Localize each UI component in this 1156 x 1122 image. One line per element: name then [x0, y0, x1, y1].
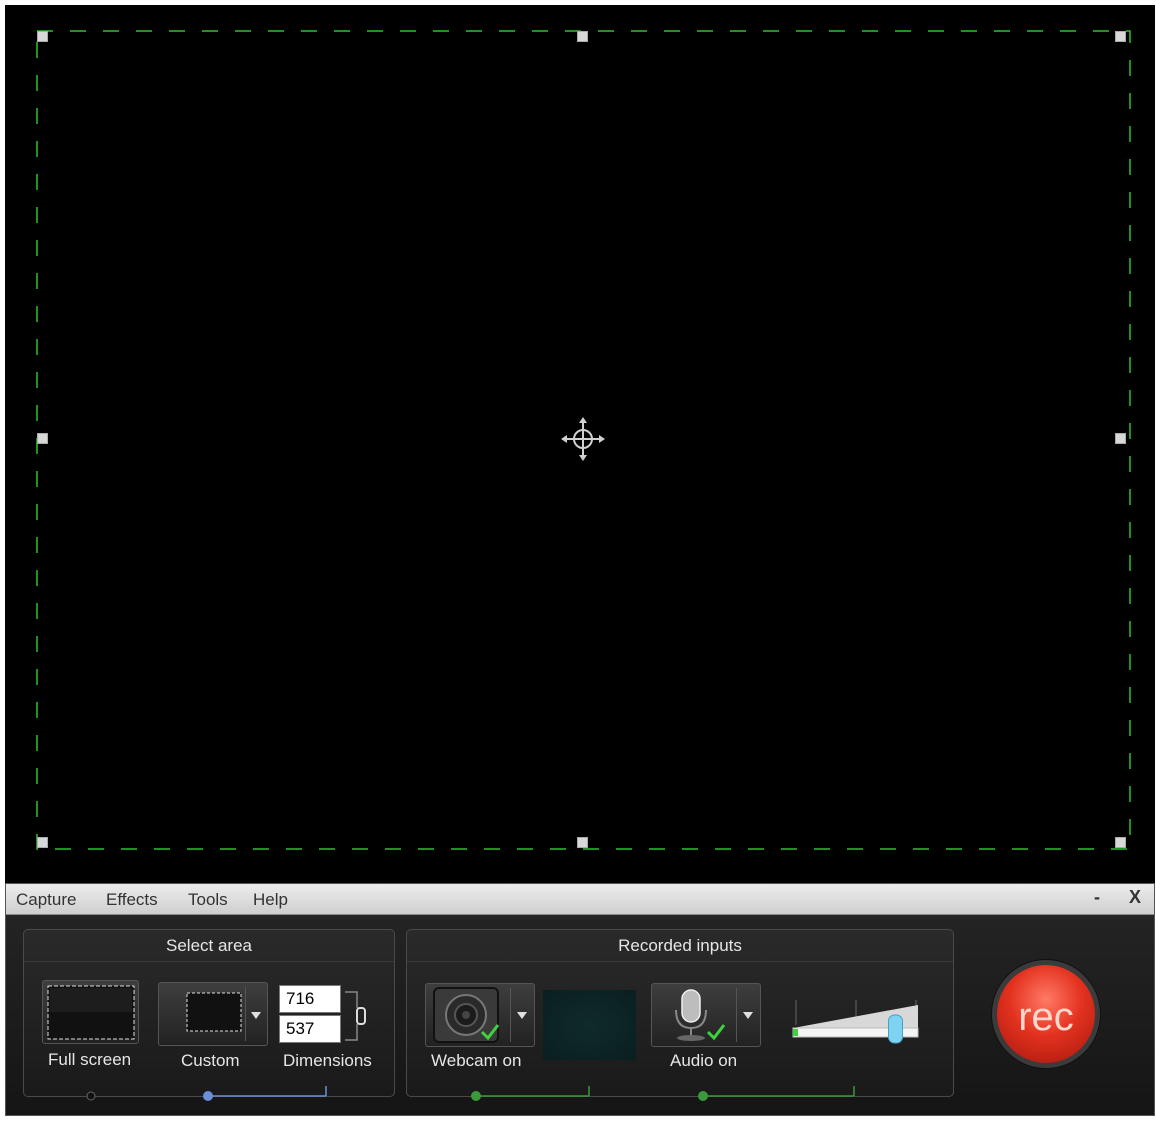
audio-button[interactable] [651, 983, 761, 1047]
menu-capture[interactable]: Capture [16, 890, 76, 910]
resize-handle-bottom-left[interactable] [37, 837, 48, 848]
select-area-connector [86, 1086, 327, 1101]
custom-label: Custom [181, 1051, 240, 1070]
record-button[interactable]: rec [992, 960, 1100, 1068]
menu-bar: Capture Effects Tools Help - X [6, 884, 1154, 915]
minimize-button[interactable]: - [1094, 887, 1100, 908]
check-icon [706, 1024, 726, 1041]
audio-label: Audio on [670, 1051, 738, 1070]
full-screen-icon [47, 985, 135, 1040]
audio-dropdown-divider [736, 988, 737, 1042]
webcam-button[interactable] [425, 983, 535, 1047]
dimensions-label: Dimensions [283, 1051, 372, 1070]
resize-handle-bottom-right[interactable] [1115, 837, 1126, 848]
custom-area-button[interactable] [158, 982, 268, 1046]
resize-handle-bottom[interactable] [577, 837, 588, 848]
resize-handle-top-left[interactable] [37, 31, 48, 42]
chevron-down-icon[interactable] [251, 1012, 261, 1019]
audio-level-slider[interactable] [788, 995, 928, 1055]
recorded-inputs-header: Recorded inputs [407, 930, 953, 962]
menu-effects[interactable]: Effects [106, 890, 158, 910]
webcam-label: Webcam on [431, 1051, 522, 1070]
resize-handle-top[interactable] [577, 31, 588, 42]
chevron-down-icon[interactable] [743, 1012, 753, 1019]
webcam-preview [543, 990, 636, 1060]
resize-handle-right[interactable] [1115, 433, 1126, 444]
lock-aspect-ratio-icon[interactable] [343, 988, 369, 1044]
menu-help[interactable]: Help [253, 890, 288, 910]
capture-area[interactable] [5, 5, 1155, 885]
select-area-header: Select area [24, 930, 394, 962]
height-input[interactable] [279, 1015, 341, 1043]
check-icon [480, 1024, 500, 1041]
recorded-inputs-connector [471, 1086, 855, 1101]
close-button[interactable]: X [1129, 887, 1141, 908]
full-screen-button[interactable] [42, 980, 139, 1044]
custom-dropdown-divider [245, 987, 246, 1041]
move-crosshair-icon[interactable] [558, 414, 608, 464]
width-input[interactable] [279, 985, 341, 1013]
resize-handle-top-right[interactable] [1115, 31, 1126, 42]
record-button-label: rec [1018, 995, 1074, 1039]
chevron-down-icon[interactable] [517, 1012, 527, 1019]
menu-tools[interactable]: Tools [188, 890, 228, 910]
audio-level-thumb[interactable] [888, 1014, 903, 1044]
full-screen-label: Full screen [48, 1050, 132, 1069]
resize-handle-left[interactable] [37, 433, 48, 444]
webcam-dropdown-divider [510, 988, 511, 1042]
custom-area-icon [186, 992, 242, 1032]
